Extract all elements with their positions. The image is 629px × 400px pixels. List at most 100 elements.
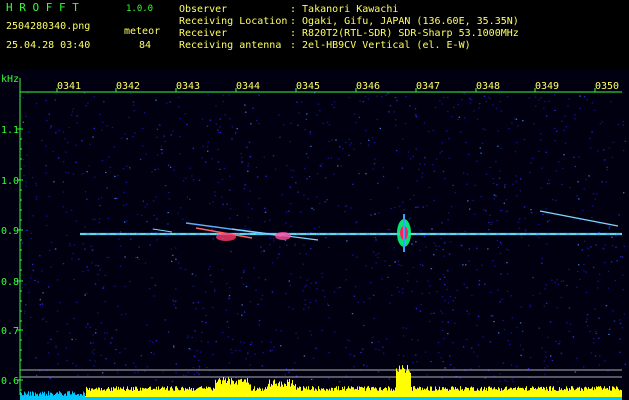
noise-dot <box>339 146 341 148</box>
noise-dot <box>184 268 187 271</box>
noise-dot <box>155 340 158 342</box>
noise-dot <box>194 330 196 332</box>
noise-dot <box>402 327 404 329</box>
noise-dot <box>334 331 336 333</box>
noise-dot <box>297 191 299 193</box>
histogram-bar <box>404 369 405 399</box>
noise-dot <box>84 226 86 228</box>
noise-dot <box>165 235 168 237</box>
noise-dot <box>124 348 126 350</box>
noise-dot <box>65 151 67 153</box>
noise-dot <box>417 206 419 208</box>
histogram-bar <box>276 383 277 399</box>
noise-dot <box>609 226 611 228</box>
noise-dot <box>327 304 330 306</box>
noise-dot <box>607 370 609 372</box>
noise-dot <box>583 263 585 265</box>
noise-dot <box>450 206 453 208</box>
noise-dot <box>249 301 252 303</box>
noise-dot <box>554 109 556 112</box>
noise-dot <box>548 182 551 184</box>
noise-dot <box>114 362 116 364</box>
noise-dot <box>588 175 590 177</box>
noise-dot <box>482 208 485 211</box>
noise-dot <box>348 154 350 156</box>
noise-dot <box>519 218 521 220</box>
noise-dot <box>591 131 593 133</box>
noise-dot <box>26 229 28 231</box>
noise-dot <box>597 280 599 282</box>
noise-dot <box>26 154 28 156</box>
noise-dot <box>438 351 440 354</box>
noise-dot <box>115 348 117 351</box>
noise-dot <box>328 352 330 354</box>
noise-dot <box>117 305 119 307</box>
noise-dot <box>447 96 449 99</box>
noise-dot <box>492 260 494 262</box>
noise-dot <box>175 372 177 374</box>
noise-dot <box>541 167 543 169</box>
noise-dot <box>195 275 197 277</box>
noise-dot <box>293 170 295 172</box>
noise-dot <box>540 187 542 189</box>
noise-dot <box>247 216 249 219</box>
noise-dot <box>388 111 390 113</box>
noise-dot <box>75 338 77 341</box>
noise-dot <box>515 118 518 120</box>
noise-dot <box>124 313 127 315</box>
noise-dot <box>48 195 51 198</box>
noise-dot <box>21 130 23 132</box>
noise-dot <box>98 222 100 224</box>
noise-dot <box>616 260 618 262</box>
noise-dot <box>428 292 431 294</box>
noise-dot <box>447 333 449 335</box>
noise-dot <box>244 104 246 106</box>
noise-dot <box>164 140 166 143</box>
noise-dot <box>328 247 330 249</box>
noise-dot <box>171 380 174 382</box>
histogram-bar <box>397 371 398 399</box>
noise-dot <box>493 198 495 200</box>
noise-dot <box>492 182 495 185</box>
noise-dot <box>507 340 509 342</box>
noise-dot <box>562 280 565 282</box>
histogram-bar <box>230 384 231 399</box>
noise-dot <box>394 261 396 263</box>
noise-dot <box>142 200 144 202</box>
noise-dot <box>258 94 260 96</box>
noise-dot <box>290 225 292 227</box>
noise-dot <box>230 250 232 253</box>
noise-dot <box>395 119 397 121</box>
noise-dot <box>604 244 607 246</box>
noise-dot <box>303 194 305 196</box>
noise-dot <box>264 207 266 209</box>
noise-dot <box>447 110 449 113</box>
noise-dot <box>317 103 320 105</box>
noise-dot <box>239 341 242 343</box>
noise-dot <box>433 170 436 172</box>
noise-dot <box>167 164 170 166</box>
histogram-bar <box>221 384 222 399</box>
noise-dot <box>358 173 360 175</box>
noise-dot <box>373 294 375 296</box>
histogram-bar <box>400 369 401 399</box>
noise-dot <box>107 217 110 220</box>
noise-dot <box>170 134 172 136</box>
noise-dot <box>447 321 449 323</box>
noise-dot <box>72 362 74 365</box>
noise-dot <box>89 359 91 361</box>
histogram-bar <box>275 383 276 399</box>
noise-dot <box>275 329 278 331</box>
noise-dot <box>69 244 71 247</box>
noise-dot <box>84 294 86 296</box>
noise-dot <box>290 169 292 171</box>
noise-dot <box>179 136 181 138</box>
noise-dot <box>592 266 595 268</box>
noise-dot <box>30 316 32 319</box>
noise-dot <box>146 203 148 205</box>
noise-dot <box>572 337 575 339</box>
noise-dot <box>305 284 308 286</box>
noise-dot <box>192 302 195 304</box>
noise-dot <box>516 195 518 197</box>
noise-dot <box>45 321 48 323</box>
